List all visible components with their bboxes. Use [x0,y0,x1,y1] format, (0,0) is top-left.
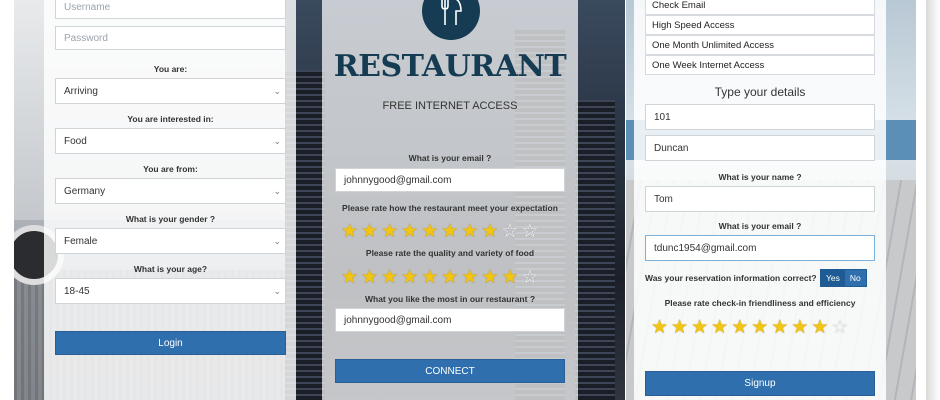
last-name-input[interactable]: Duncan [645,135,875,161]
yes-option[interactable]: Yes [821,270,845,286]
star-filled-icon[interactable]: ★ [501,268,518,287]
like-most-label: What you like the most in our restaurant… [364,294,536,304]
signup-email-input[interactable]: tdunc1954@gmail.com [645,235,875,261]
rating-expectation-stars[interactable]: ★ ★ ★ ★ ★ ★ ★ ★ ☆ ☆ [341,222,538,241]
star-filled-icon[interactable]: ★ [771,318,788,337]
checkin-rating-label: Please rate check-in friendliness and ef… [664,298,856,308]
reservation-toggle[interactable]: Yes No [820,269,867,287]
star-filled-icon[interactable]: ★ [361,268,378,287]
from-label: You are from: [143,164,198,174]
plan-option[interactable]: High Speed Access [645,15,875,35]
edge-shadow [926,0,940,400]
plan-option[interactable]: One Week Internet Access [645,55,875,75]
from-value: Germany [64,185,106,197]
star-filled-icon[interactable]: ★ [361,222,378,241]
star-filled-icon[interactable]: ★ [341,268,358,287]
restaurant-email-input[interactable]: johnnygood@gmail.com [335,168,565,192]
reservation-question: Was your reservation information correct… [645,273,817,283]
gender-label: What is your gender ? [125,214,216,224]
star-filled-icon[interactable]: ★ [461,222,478,241]
star-filled-icon[interactable]: ★ [401,222,418,241]
interested-label: You are interested in: [127,114,214,124]
details-heading: Type your details [714,85,806,99]
star-filled-icon[interactable]: ★ [711,318,728,337]
from-select[interactable]: Germany ⌄ [55,178,286,204]
login-button[interactable]: Login [55,331,286,355]
star-filled-icon[interactable]: ★ [751,318,768,337]
signup-email-label: What is your email ? [718,221,802,231]
chevron-down-icon: ⌄ [273,86,281,96]
you-are-select[interactable]: Arriving ⌄ [55,78,286,104]
star-filled-icon[interactable]: ★ [341,222,358,241]
restaurant-email-label: What is your email ? [408,153,492,163]
you-are-value: Arriving [64,85,98,97]
star-filled-icon[interactable]: ★ [671,318,688,337]
free-internet-subtitle: FREE INTERNET ACCESS [382,100,518,112]
star-filled-icon[interactable]: ★ [421,268,438,287]
signup-button[interactable]: Signup [645,371,875,396]
rating-food-stars[interactable]: ★ ★ ★ ★ ★ ★ ★ ★ ★ ☆ [341,268,538,287]
star-filled-icon[interactable]: ★ [381,222,398,241]
rating-expectation-label: Please rate how the restaurant meet your… [342,203,558,213]
star-filled-icon[interactable]: ★ [481,222,498,241]
interested-value: Food [64,135,87,147]
room-number-input[interactable]: 101 [645,104,875,130]
star-filled-icon[interactable]: ★ [481,268,498,287]
interested-select[interactable]: Food ⌄ [55,128,286,154]
gender-select[interactable]: Female ⌄ [55,228,286,254]
star-empty-icon[interactable]: ☆ [831,318,848,337]
checkin-rating-stars[interactable]: ★ ★ ★ ★ ★ ★ ★ ★ ★ ☆ [651,318,848,337]
password-input[interactable]: Password [55,26,286,50]
age-select[interactable]: 18-45 ⌄ [55,278,286,304]
chevron-down-icon: ⌄ [273,236,281,246]
star-filled-icon[interactable]: ★ [421,222,438,241]
plan-option[interactable]: Check Email [645,0,875,15]
star-filled-icon[interactable]: ★ [401,268,418,287]
chevron-down-icon: ⌄ [273,286,281,296]
name-label: What is your name ? [718,172,802,182]
star-empty-icon[interactable]: ☆ [521,222,538,241]
star-filled-icon[interactable]: ★ [791,318,808,337]
connect-button[interactable]: CONNECT [335,359,565,383]
gender-value: Female [64,235,98,247]
age-label: What is your age? [133,264,208,274]
chevron-down-icon: ⌄ [273,186,281,196]
name-input[interactable]: Tom [645,186,875,212]
star-filled-icon[interactable]: ★ [441,222,458,241]
no-option[interactable]: No [844,270,866,286]
star-filled-icon[interactable]: ★ [381,268,398,287]
rating-food-label: Please rate the quality and variety of f… [365,248,535,258]
star-filled-icon[interactable]: ★ [441,268,458,287]
star-empty-icon[interactable]: ☆ [501,222,518,241]
you-are-label: You are: [153,64,188,74]
star-filled-icon[interactable]: ★ [651,318,668,337]
star-filled-icon[interactable]: ★ [811,318,828,337]
cutlery-icon [441,0,462,25]
plan-option[interactable]: One Month Unlimited Access [645,35,875,55]
restaurant-brand: RESTAURANT [333,49,567,84]
star-filled-icon[interactable]: ★ [731,318,748,337]
username-input[interactable]: Username [55,0,286,19]
star-empty-icon[interactable]: ☆ [521,268,538,287]
age-value: 18-45 [64,285,90,297]
star-filled-icon[interactable]: ★ [691,318,708,337]
building [575,100,615,400]
like-most-input[interactable]: johnnygood@gmail.com [335,308,565,332]
star-filled-icon[interactable]: ★ [461,268,478,287]
chevron-down-icon: ⌄ [273,136,281,146]
